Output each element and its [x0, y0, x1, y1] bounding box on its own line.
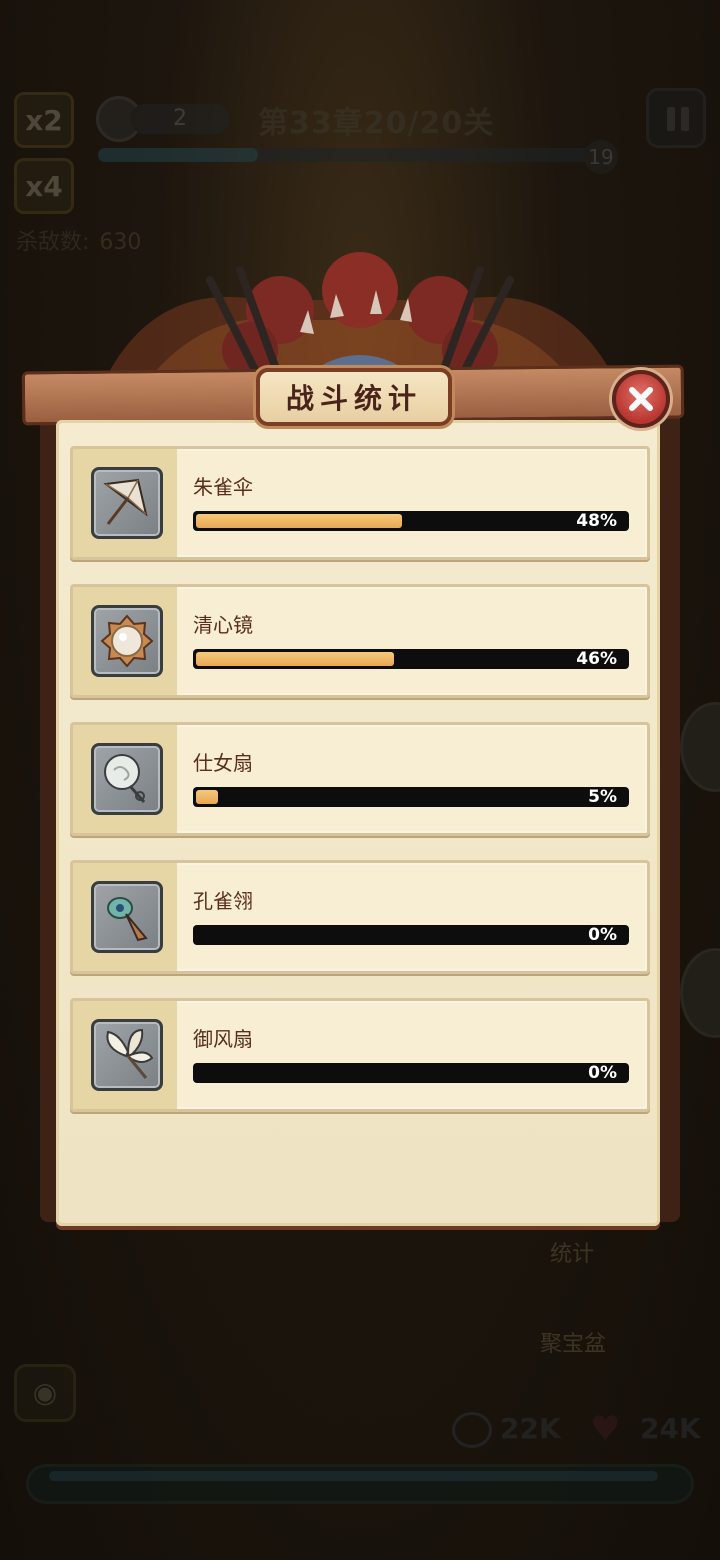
panel-title: 战斗统计 — [256, 368, 452, 426]
item-name: 清心镜 — [193, 613, 253, 637]
stat-card-1: 朱雀伞 48% — [70, 446, 650, 560]
progress-number: 19 — [584, 140, 618, 174]
feather-fan-icon — [91, 1019, 163, 1091]
damage-bar-fill — [196, 514, 402, 528]
stat-card-4: 孔雀翎 0% — [70, 860, 650, 974]
stat-card-5: 御风扇 0% — [70, 998, 650, 1112]
heart-icon: ♥ — [590, 1409, 621, 1449]
coin-icon — [452, 1412, 492, 1448]
wave-count: 2 — [130, 104, 230, 134]
side-avatar-icon[interactable] — [680, 948, 720, 1038]
damage-percent: 0% — [588, 1063, 617, 1083]
damage-bar-fill — [196, 790, 218, 804]
damage-percent: 0% — [588, 925, 617, 945]
round-fan-icon — [91, 743, 163, 815]
base-health-bar — [26, 1464, 694, 1504]
damage-bar-fill — [196, 652, 394, 666]
item-name: 朱雀伞 — [193, 475, 253, 499]
umbrella-icon — [91, 467, 163, 539]
close-button[interactable] — [612, 370, 670, 428]
stat-card-2: 清心镜 46% — [70, 584, 650, 698]
resource-1-value: 22K — [500, 1412, 561, 1445]
item-name: 御风扇 — [193, 1027, 253, 1051]
peacock-feather-icon — [91, 881, 163, 953]
close-icon — [629, 387, 653, 411]
damage-bar: 0% — [193, 1063, 629, 1083]
stage-progress-fill — [98, 148, 258, 162]
mirror-icon — [91, 605, 163, 677]
stat-card-3: 仕女扇 5% — [70, 722, 650, 836]
side-chest-icon[interactable] — [680, 702, 720, 792]
damage-percent: 48% — [576, 511, 617, 531]
stats-button-label[interactable]: 统计 — [550, 1236, 594, 1268]
damage-bar: 5% — [193, 787, 629, 807]
eye-icon[interactable]: ◉ — [14, 1364, 76, 1422]
speed-x2-button[interactable]: x2 — [14, 92, 74, 148]
damage-percent: 5% — [588, 787, 617, 807]
treasure-bowl-label[interactable]: 聚宝盆 — [540, 1326, 606, 1358]
damage-bar: 48% — [193, 511, 629, 531]
item-name: 孔雀翎 — [193, 889, 253, 913]
damage-bar: 46% — [193, 649, 629, 669]
speed-x4-button[interactable]: x4 — [14, 158, 74, 214]
resource-2-value: 24K — [640, 1412, 701, 1445]
item-name: 仕女扇 — [193, 751, 253, 775]
damage-percent: 46% — [576, 649, 617, 669]
pause-button[interactable] — [646, 88, 706, 148]
stage-progress-bar — [98, 148, 598, 162]
kills-label: 杀敌数: — [16, 230, 90, 255]
chapter-title: 第33章20/20关 — [258, 106, 495, 141]
base-health-fill — [49, 1471, 659, 1481]
damage-bar: 0% — [193, 925, 629, 945]
